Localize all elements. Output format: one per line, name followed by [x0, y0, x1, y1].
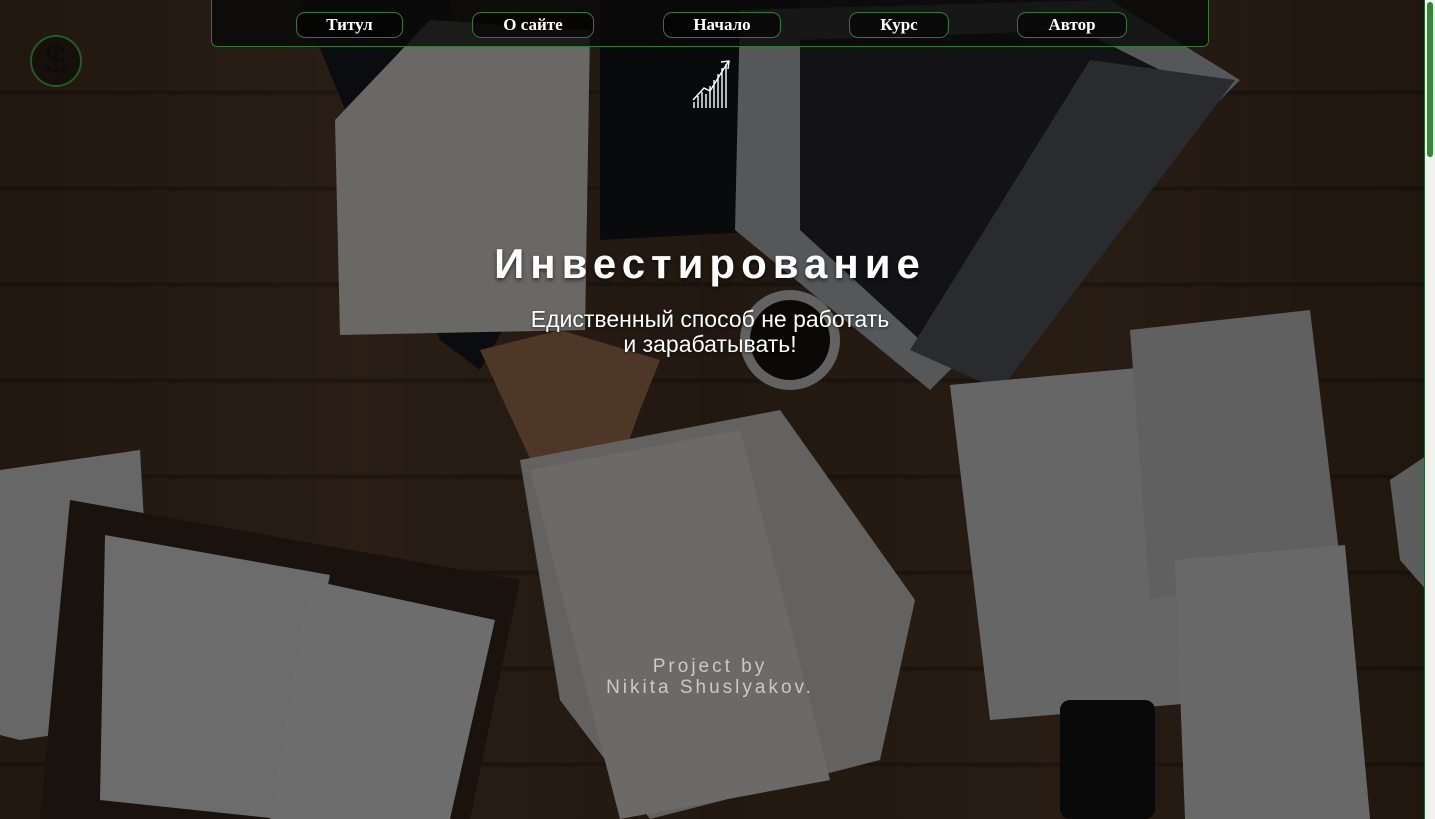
credit-line-2: Nikita Shuslyakov.: [606, 677, 814, 698]
nav-item-about[interactable]: О сайте: [472, 12, 594, 38]
vertical-scrollbar[interactable]: [1424, 0, 1435, 819]
growth-chart-icon: [690, 58, 732, 112]
top-navigation: Титул О сайте Начало Курс Автор: [211, 0, 1209, 47]
nav-item-start[interactable]: Начало: [663, 12, 781, 38]
nav-item-author[interactable]: Автор: [1017, 12, 1127, 38]
nav-item-title[interactable]: Титул: [296, 12, 403, 38]
subtitle-line-2: и зарабатывать!: [623, 331, 797, 357]
page-title: Инвестирование: [494, 240, 926, 287]
subtitle-line-1: Едиственный способ не работать: [530, 306, 890, 332]
dollar-icon[interactable]: $: [30, 35, 82, 87]
page-subtitle: Едиственный способ не работать и зарабат…: [0, 307, 1420, 357]
nav-item-course[interactable]: Курс: [849, 12, 949, 38]
author-credit: Project by Nikita Shuslyakov.: [0, 656, 1420, 698]
scrollbar-thumb[interactable]: [1427, 2, 1433, 157]
credit-line-1: Project by: [652, 656, 768, 677]
